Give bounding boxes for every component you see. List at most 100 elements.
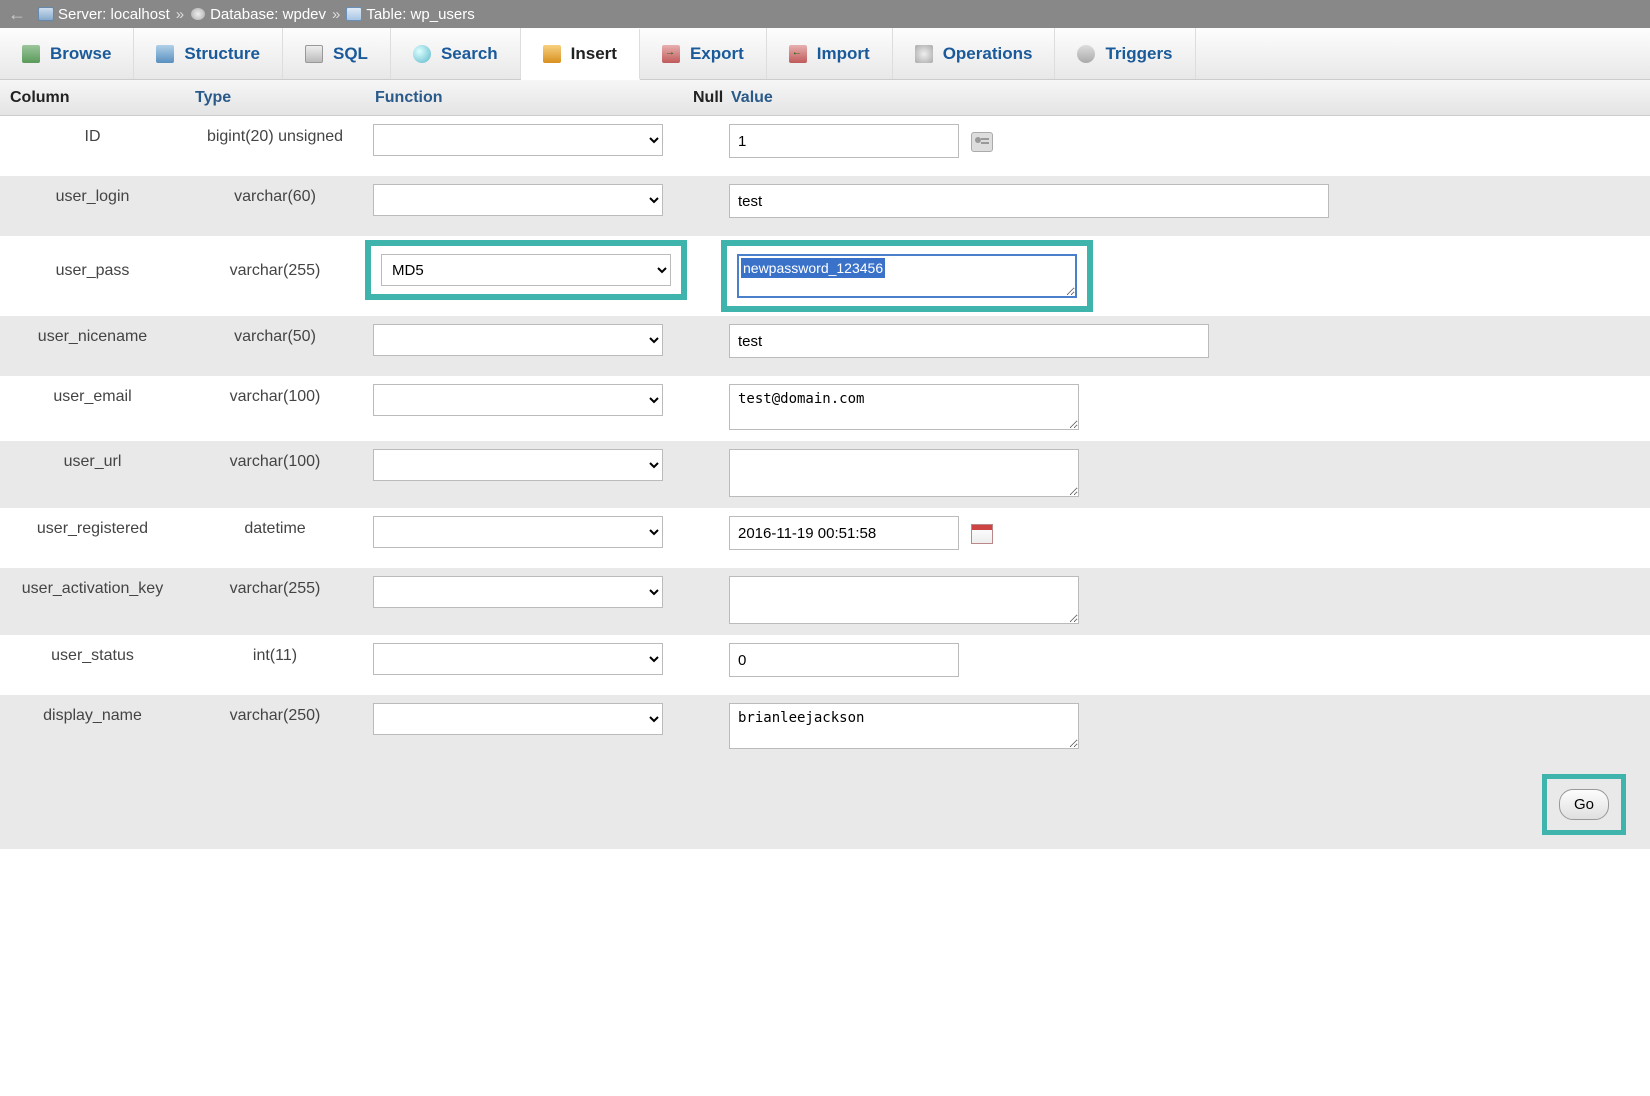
value-textarea[interactable]: brianleejackson bbox=[729, 703, 1079, 749]
back-arrow-icon[interactable]: ← bbox=[8, 4, 26, 25]
value-input[interactable] bbox=[729, 184, 1329, 218]
tab-operations-label: Operations bbox=[943, 44, 1033, 64]
field-row-user-pass: user_pass varchar(255) MD5 newpassword_1… bbox=[0, 236, 1650, 316]
function-select[interactable]: MD5 bbox=[381, 254, 671, 286]
column-type: varchar(255) bbox=[185, 240, 365, 280]
highlight-function: MD5 bbox=[365, 240, 687, 300]
database-icon bbox=[190, 7, 206, 21]
function-select[interactable] bbox=[373, 516, 663, 548]
server-icon bbox=[38, 7, 54, 21]
column-name: user_registered bbox=[0, 516, 185, 538]
id-card-icon[interactable] bbox=[971, 132, 993, 152]
breadcrumb-database-name: wpdev bbox=[283, 6, 326, 23]
value-input[interactable] bbox=[729, 124, 959, 158]
export-icon bbox=[662, 45, 680, 63]
column-headers: Column Type Function Null Value bbox=[0, 80, 1650, 116]
breadcrumb-sep: » bbox=[176, 6, 184, 23]
function-select[interactable] bbox=[373, 703, 663, 735]
value-text-selected: newpassword_123456 bbox=[741, 258, 885, 278]
field-row-user-login: user_login varchar(60) bbox=[0, 176, 1650, 236]
column-type: bigint(20) unsigned bbox=[185, 124, 365, 146]
value-textarea[interactable]: test@domain.com bbox=[729, 384, 1079, 430]
column-type: int(11) bbox=[185, 643, 365, 665]
highlight-value: newpassword_123456 bbox=[721, 240, 1093, 312]
tab-structure-label: Structure bbox=[184, 44, 260, 64]
header-null: Null bbox=[683, 89, 721, 107]
column-name: user_pass bbox=[0, 240, 185, 280]
value-textarea[interactable] bbox=[729, 576, 1079, 624]
column-type: datetime bbox=[185, 516, 365, 538]
footer-row: Go bbox=[0, 760, 1650, 849]
tab-browse[interactable]: Browse bbox=[0, 28, 134, 79]
column-type: varchar(250) bbox=[185, 703, 365, 725]
tab-structure[interactable]: Structure bbox=[134, 28, 283, 79]
tab-import[interactable]: Import bbox=[767, 28, 893, 79]
value-textarea[interactable] bbox=[729, 449, 1079, 497]
search-icon bbox=[413, 45, 431, 63]
column-name: ID bbox=[0, 124, 185, 146]
field-row-user-activation-key: user_activation_key varchar(255) bbox=[0, 568, 1650, 635]
highlight-go: Go bbox=[1542, 774, 1626, 835]
calendar-icon[interactable] bbox=[971, 524, 993, 544]
tab-search-label: Search bbox=[441, 44, 498, 64]
tab-bar: Browse Structure SQL Search Insert Expor… bbox=[0, 28, 1650, 80]
go-button[interactable]: Go bbox=[1559, 789, 1609, 820]
tab-import-label: Import bbox=[817, 44, 870, 64]
triggers-icon bbox=[1077, 45, 1095, 63]
column-type: varchar(100) bbox=[185, 384, 365, 406]
function-select[interactable] bbox=[373, 124, 663, 156]
field-row-user-nicename: user_nicename varchar(50) bbox=[0, 316, 1650, 376]
function-select[interactable] bbox=[373, 324, 663, 356]
column-name: user_login bbox=[0, 184, 185, 206]
column-type: varchar(255) bbox=[185, 576, 365, 598]
function-select[interactable] bbox=[373, 449, 663, 481]
field-row-user-status: user_status int(11) bbox=[0, 635, 1650, 695]
value-textarea[interactable]: newpassword_123456 bbox=[737, 254, 1077, 298]
column-type: varchar(100) bbox=[185, 449, 365, 471]
column-name: user_email bbox=[0, 384, 185, 406]
tab-triggers[interactable]: Triggers bbox=[1055, 28, 1195, 79]
function-select[interactable] bbox=[373, 643, 663, 675]
sql-icon bbox=[305, 45, 323, 63]
operations-icon bbox=[915, 45, 933, 63]
breadcrumb-table[interactable]: Table: wp_users bbox=[346, 6, 474, 23]
insert-icon bbox=[543, 45, 561, 63]
breadcrumb-server[interactable]: Server: localhost bbox=[38, 6, 170, 23]
function-select[interactable] bbox=[373, 384, 663, 416]
tab-operations[interactable]: Operations bbox=[893, 28, 1056, 79]
column-type: varchar(60) bbox=[185, 184, 365, 206]
import-icon bbox=[789, 45, 807, 63]
function-select[interactable] bbox=[373, 184, 663, 216]
column-name: user_activation_key bbox=[0, 576, 185, 598]
tab-export[interactable]: Export bbox=[640, 28, 767, 79]
value-input[interactable] bbox=[729, 643, 959, 677]
column-type: varchar(50) bbox=[185, 324, 365, 346]
table-icon bbox=[346, 7, 362, 21]
tab-insert-label: Insert bbox=[571, 44, 617, 64]
field-row-user-email: user_email varchar(100) test@domain.com bbox=[0, 376, 1650, 441]
structure-icon bbox=[156, 45, 174, 63]
header-type[interactable]: Type bbox=[185, 89, 365, 107]
tab-sql[interactable]: SQL bbox=[283, 28, 391, 79]
value-input[interactable] bbox=[729, 324, 1209, 358]
field-row-display-name: display_name varchar(250) brianleejackso… bbox=[0, 695, 1650, 760]
function-select[interactable] bbox=[373, 576, 663, 608]
breadcrumb-table-label: Table: bbox=[366, 6, 406, 23]
tab-insert[interactable]: Insert bbox=[521, 29, 640, 80]
breadcrumb-database[interactable]: Database: wpdev bbox=[190, 6, 326, 23]
field-row-user-registered: user_registered datetime bbox=[0, 508, 1650, 568]
breadcrumb-server-label: Server: bbox=[58, 6, 106, 23]
breadcrumb-database-label: Database: bbox=[210, 6, 278, 23]
tab-browse-label: Browse bbox=[50, 44, 111, 64]
header-column: Column bbox=[0, 89, 185, 107]
header-value: Value bbox=[721, 89, 1340, 107]
column-name: user_status bbox=[0, 643, 185, 665]
column-name: display_name bbox=[0, 703, 185, 725]
breadcrumb-table-name: wp_users bbox=[411, 6, 475, 23]
browse-icon bbox=[22, 45, 40, 63]
column-name: user_nicename bbox=[0, 324, 185, 346]
column-name: user_url bbox=[0, 449, 185, 471]
value-input[interactable] bbox=[729, 516, 959, 550]
tab-export-label: Export bbox=[690, 44, 744, 64]
tab-search[interactable]: Search bbox=[391, 28, 521, 79]
